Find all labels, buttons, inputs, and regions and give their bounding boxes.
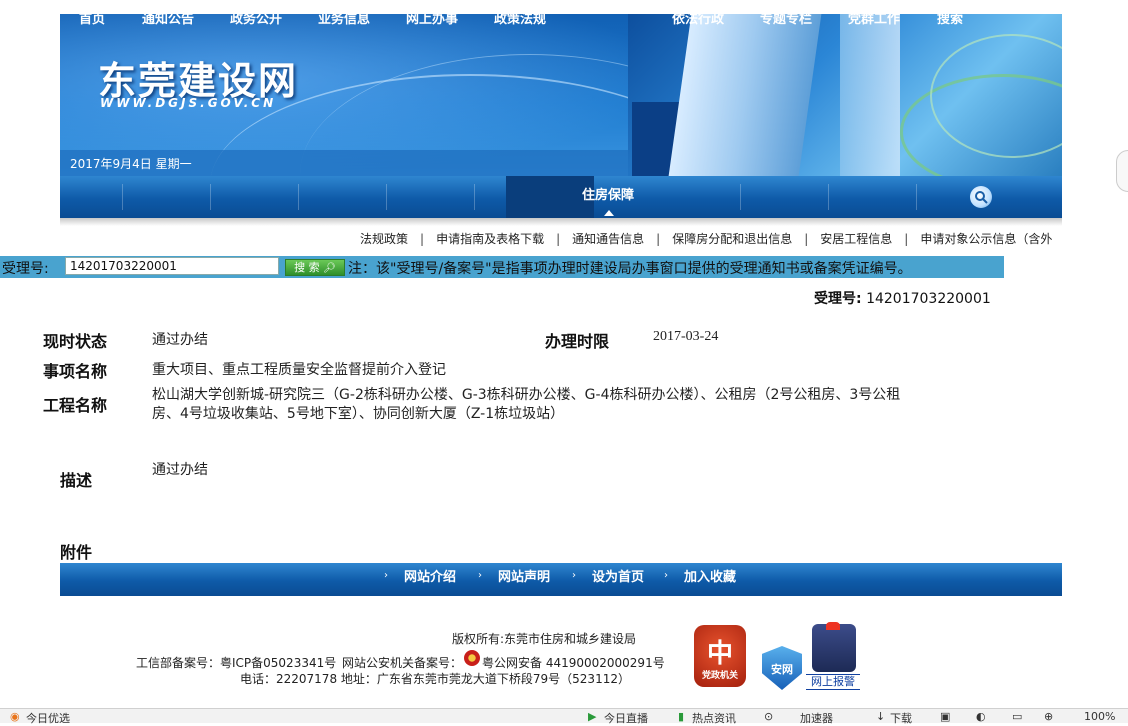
footer-link-set-homepage[interactable]: 设为首页 <box>592 563 644 596</box>
copyright: 版权所有:东莞市住房和城乡建设局 <box>452 632 637 646</box>
search-button[interactable]: 搜 索 🔎︎ <box>285 259 345 276</box>
subnav-item-allocation[interactable]: 保障房分配和退出信息 <box>672 232 792 246</box>
statusbar-download[interactable]: 下载 <box>890 710 912 726</box>
nav-item-government-affairs[interactable]: 政务公开 <box>220 0 292 42</box>
nav-item-business-info[interactable]: 业务信息 <box>308 0 380 42</box>
status-value: 通过办结 <box>152 332 208 348</box>
sound-icon[interactable]: ◐ <box>976 710 986 723</box>
project-name-value-line2: 房、4号垃圾收集站、5号地下室）、协同创新大厦（Z-1栋垃圾站） <box>152 406 565 422</box>
nav-item-party-work[interactable]: 党群工作 <box>838 0 910 42</box>
nav-item-search[interactable]: 搜索 <box>926 0 974 42</box>
acceptance-number-input[interactable] <box>65 257 279 275</box>
project-name-value-line1: 松山湖大学创新城-研究院三（G-2栋科研办公楼、G-3栋科研办公楼、G-4栋科研… <box>152 387 901 403</box>
subnav-item-guides[interactable]: 申请指南及表格下载 <box>436 232 544 246</box>
sub-nav: 法规政策 | 申请指南及表格下载 | 通知通告信息 | 保障房分配和退出信息 | 安居工程信息 |… <box>360 232 1053 246</box>
site-banner: 东莞建设网 WWW.DGJS.GOV.CN 2017年9月4日 星期一 <box>60 14 1062 176</box>
subnav-item-regulations[interactable]: 法规政策 <box>360 232 408 246</box>
project-name-label: 工程名称 <box>43 396 108 415</box>
siren-icon <box>826 622 840 630</box>
nav-item-policies[interactable]: 政策法规 <box>484 0 556 42</box>
zhong-emblem-icon: 中 <box>706 639 733 669</box>
safe-net-badge[interactable]: 安网 <box>762 646 802 690</box>
statusbar-zoom-level[interactable]: 100% <box>1084 710 1115 723</box>
statusbar-icon: ◉ <box>10 710 20 723</box>
news-icon: ▮ <box>678 710 685 723</box>
speed-icon: ⊙ <box>764 710 774 723</box>
subnav-item-public-notice[interactable]: 申请对象公示信息（含外 <box>920 232 1052 246</box>
deadline-label: 办理时限 <box>545 332 610 351</box>
statusbar-live[interactable]: 今日直播 <box>604 710 648 726</box>
download-icon: ↓ <box>876 710 886 723</box>
search-button-label: 搜 索 <box>294 261 320 274</box>
active-caret-icon <box>604 210 614 216</box>
nav-item-notices[interactable]: 通知公告 <box>132 0 204 42</box>
side-scroll-widget[interactable] <box>1116 150 1128 192</box>
arrow-right-icon: › <box>384 570 388 581</box>
nav-item-law-administration[interactable]: 依法行政 <box>662 0 734 42</box>
footer-link-add-favorite[interactable]: 加入收藏 <box>684 563 736 596</box>
arrow-right-icon: › <box>664 570 668 581</box>
icp-record: 工信部备案号：粤ICP备05023341号 <box>136 656 337 670</box>
description-label: 描述 <box>60 471 93 490</box>
browser-status-bar <box>0 708 1128 723</box>
police-record-label: 网站公安机关备案号： <box>342 656 463 670</box>
acceptance-number-display: 受理号: 14201703220001 <box>814 291 991 307</box>
play-icon: ▶ <box>588 710 597 723</box>
attachments-label: 附件 <box>60 543 93 562</box>
arrow-right-icon: › <box>478 570 482 581</box>
search-icon[interactable] <box>970 186 992 208</box>
deadline-value: 2017-03-24 <box>653 329 719 344</box>
police-record-value: 粤公网安备 44190002000291号 <box>482 656 665 670</box>
screenshot-icon[interactable]: ▣ <box>940 710 950 723</box>
footer-link-statement[interactable]: 网站声明 <box>498 563 550 596</box>
police-emblem-icon <box>464 650 480 666</box>
subnav-item-notices[interactable]: 通知通告信息 <box>572 232 644 246</box>
nav-item-online-services[interactable]: 网上办事 <box>396 0 468 42</box>
police-officer-icon <box>812 624 856 672</box>
subnav-item-housing-projects[interactable]: 安居工程信息 <box>820 232 892 246</box>
description-value: 通过办结 <box>152 462 208 478</box>
item-name-value: 重大项目、重点工程质量安全监督提前介入登记 <box>152 362 446 378</box>
nav-item-special-topics[interactable]: 专题专栏 <box>750 0 822 42</box>
online-report-badge[interactable]: 网上报警 <box>806 622 860 692</box>
current-date: 2017年9月4日 星期一 <box>70 157 192 171</box>
statusbar-accelerator[interactable]: 加速器 <box>800 710 833 726</box>
search-note: 注：该"受理号/备案号"是指事项办理时建设局办事窗口提供的受理通知书或备案凭证编… <box>348 261 912 277</box>
site-url: WWW.DGJS.GOV.CN <box>100 96 277 110</box>
zoom-icon[interactable]: ⊕ <box>1044 710 1053 723</box>
item-name-label: 事项名称 <box>43 362 108 381</box>
window-icon[interactable]: ▭ <box>1012 710 1022 723</box>
party-government-badge[interactable]: 中 党政机关 <box>694 625 746 687</box>
status-label: 现时状态 <box>43 332 108 351</box>
contact-info: 电话：22207178 地址：广东省东莞市莞龙大道下桥段79号（523112） <box>240 672 630 686</box>
statusbar-hot-news[interactable]: 热点资讯 <box>692 710 736 726</box>
search-label: 受理号: <box>2 261 49 277</box>
footer-link-about[interactable]: 网站介绍 <box>404 563 456 596</box>
arrow-right-icon: › <box>572 570 576 581</box>
statusbar-today-picks[interactable]: 今日优选 <box>26 710 70 726</box>
nav-item-home[interactable]: 首页 <box>64 0 120 42</box>
footer-bar <box>60 563 1062 596</box>
